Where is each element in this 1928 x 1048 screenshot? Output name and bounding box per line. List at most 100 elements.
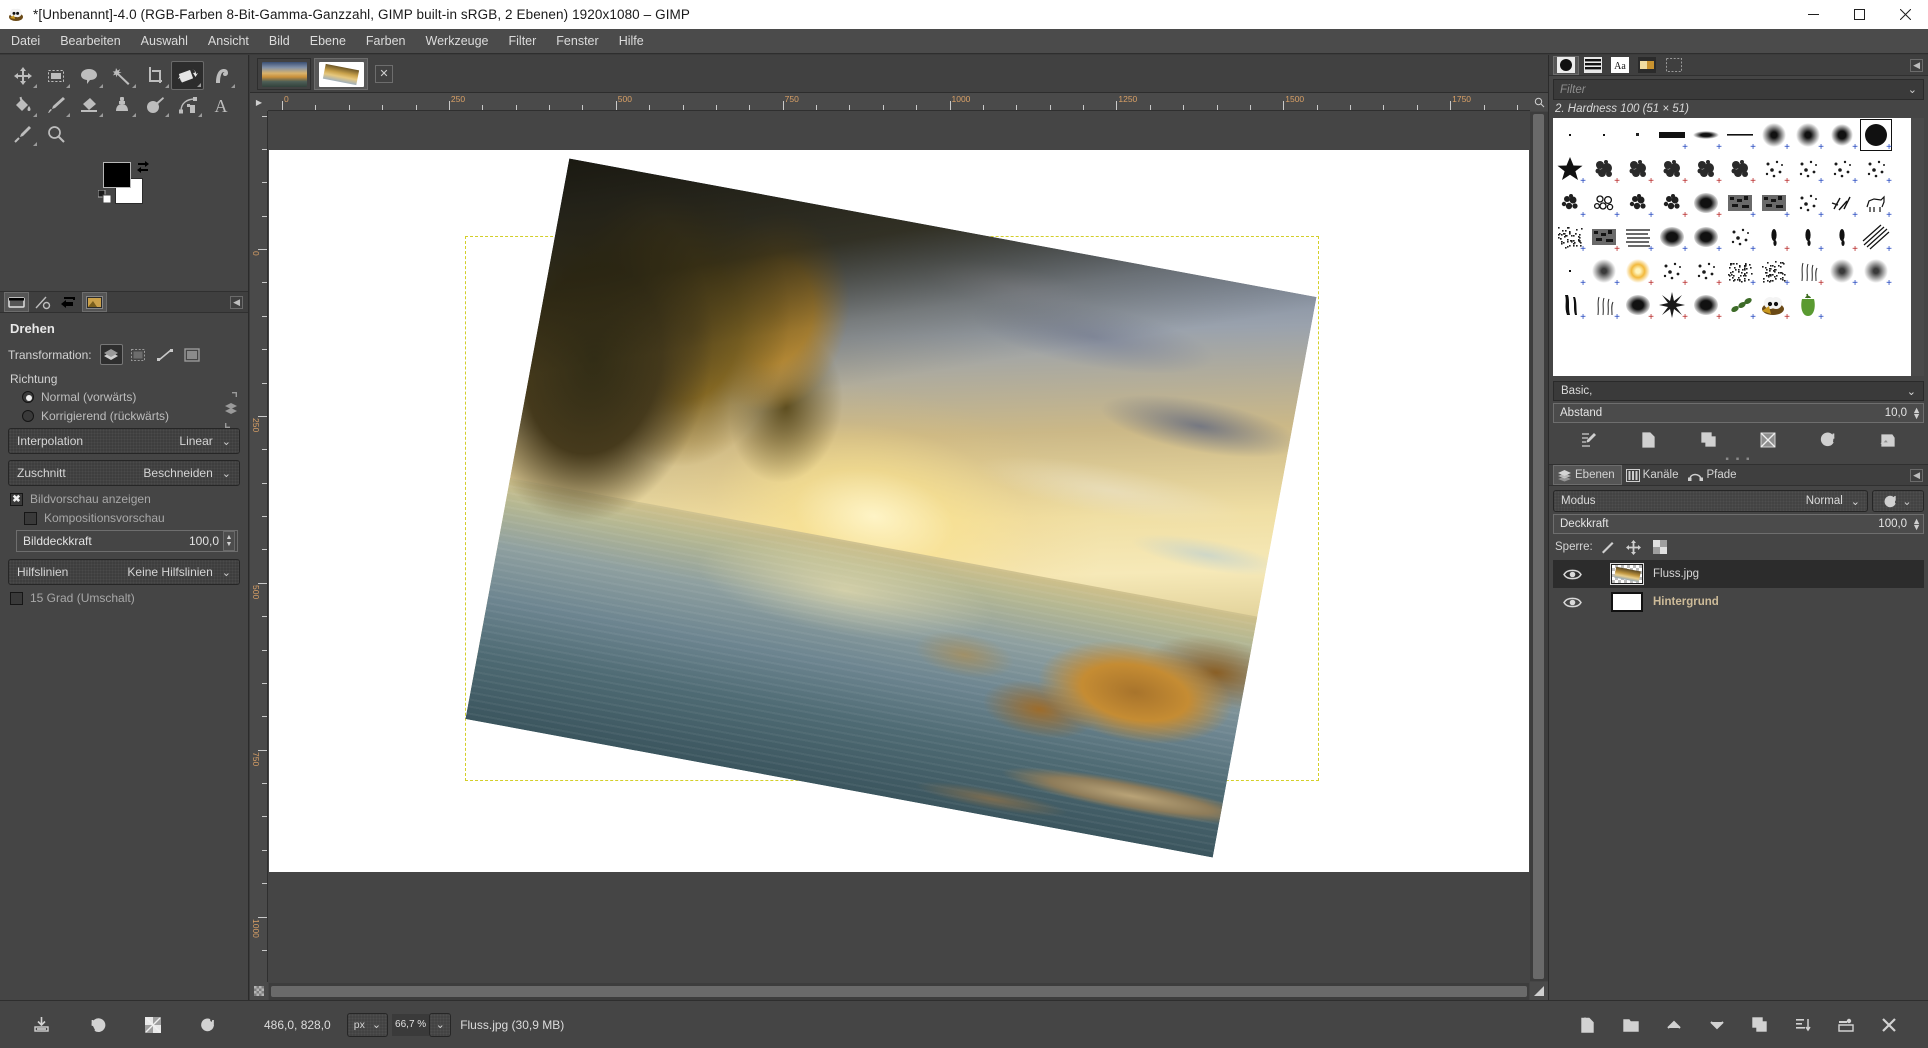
brush-cell[interactable]: + bbox=[1859, 186, 1893, 220]
menu-bild[interactable]: Bild bbox=[260, 31, 299, 51]
lower-layer-button[interactable] bbox=[1704, 1013, 1730, 1037]
minimize-button[interactable] bbox=[1790, 0, 1836, 29]
brush-cell[interactable]: + bbox=[1587, 220, 1621, 254]
brush-cell[interactable]: + bbox=[1587, 152, 1621, 186]
brush-filter-input[interactable]: Filter ⌄ bbox=[1553, 79, 1924, 100]
layer-row-fluss[interactable]: Fluss.jpg bbox=[1553, 560, 1924, 588]
brush-cell[interactable]: + bbox=[1553, 288, 1587, 322]
brush-cell[interactable]: + bbox=[1723, 152, 1757, 186]
paths-tool-icon[interactable] bbox=[171, 90, 204, 119]
brush-cell[interactable] bbox=[1587, 118, 1621, 152]
brush-cell[interactable]: + bbox=[1791, 152, 1825, 186]
dock-menu-arrow-icon[interactable]: ◀ bbox=[230, 296, 243, 309]
paintbrush-tool-icon[interactable] bbox=[39, 90, 72, 119]
brush-cell[interactable]: + bbox=[1621, 288, 1655, 322]
brush-cell[interactable]: + bbox=[1825, 152, 1859, 186]
brush-cell[interactable]: + bbox=[1859, 118, 1893, 152]
palettes-tab[interactable] bbox=[1661, 56, 1687, 75]
layer-mode-combo[interactable]: Modus Normal ⌄ bbox=[1553, 490, 1868, 512]
navigation-icon[interactable] bbox=[1530, 982, 1548, 1000]
image-opacity-spinner[interactable]: Bilddeckkraft 100,0 ▲ ▼ bbox=[16, 530, 238, 552]
undo-history-tab[interactable] bbox=[56, 292, 81, 312]
new-layer-group-button[interactable] bbox=[1618, 1013, 1644, 1037]
foreground-color-swatch[interactable] bbox=[103, 162, 131, 188]
brush-cell[interactable]: + bbox=[1621, 220, 1655, 254]
brush-cell[interactable]: + bbox=[1859, 220, 1893, 254]
brush-cell[interactable]: + bbox=[1791, 220, 1825, 254]
menu-datei[interactable]: Datei bbox=[2, 31, 49, 51]
menu-bearbeiten[interactable]: Bearbeiten bbox=[51, 31, 129, 51]
close-button[interactable] bbox=[1882, 0, 1928, 29]
direction-option-normal[interactable]: Normal (vorwärts) bbox=[22, 390, 240, 404]
smudge-tool-icon[interactable] bbox=[138, 90, 171, 119]
layer-thumbnail[interactable] bbox=[1611, 564, 1643, 584]
reset-colors-icon[interactable] bbox=[98, 190, 112, 204]
reset-tool-options-button[interactable] bbox=[195, 1013, 221, 1037]
menu-fenster[interactable]: Fenster bbox=[547, 31, 607, 51]
brush-cell[interactable]: + bbox=[1859, 254, 1893, 288]
interpolation-combo[interactable]: Interpolation Linear ⌄ bbox=[8, 428, 240, 454]
menu-auswahl[interactable]: Auswahl bbox=[132, 31, 197, 51]
brush-cell[interactable]: + bbox=[1689, 152, 1723, 186]
crop-tool-icon[interactable] bbox=[138, 61, 171, 90]
brush-cell[interactable]: + bbox=[1825, 254, 1859, 288]
device-status-tab[interactable] bbox=[30, 292, 55, 312]
horizontal-scrollbar[interactable] bbox=[269, 983, 1529, 1000]
brush-cell[interactable]: + bbox=[1689, 254, 1723, 288]
canvas[interactable] bbox=[269, 112, 1529, 981]
menu-ansicht[interactable]: Ansicht bbox=[199, 31, 258, 51]
brush-cell[interactable]: + bbox=[1723, 186, 1757, 220]
menu-werkzeuge[interactable]: Werkzeuge bbox=[417, 31, 498, 51]
eye-icon[interactable] bbox=[1559, 596, 1585, 609]
brush-cell[interactable]: + bbox=[1757, 254, 1791, 288]
direction-option-corrective[interactable]: Korrigierend (rückwärts) bbox=[22, 409, 240, 423]
constrain-15deg-checkbox[interactable]: 15 Grad (Umschalt) bbox=[10, 591, 240, 605]
clone-tool-icon[interactable] bbox=[105, 90, 138, 119]
brush-cell[interactable]: + bbox=[1553, 186, 1587, 220]
brush-cell[interactable]: + bbox=[1791, 254, 1825, 288]
anchor-layer-button[interactable] bbox=[1790, 1013, 1816, 1037]
quick-mask-icon[interactable] bbox=[250, 982, 268, 1000]
tab-ebenen[interactable]: Ebenen bbox=[1553, 465, 1622, 485]
transform-selection-button[interactable] bbox=[127, 344, 150, 365]
brush-cell[interactable]: + bbox=[1757, 220, 1791, 254]
brush-cell[interactable] bbox=[1553, 118, 1587, 152]
dock-grip-handle[interactable]: ▪ ▪ ▪ bbox=[1549, 455, 1928, 464]
lock-alpha-button[interactable] bbox=[1649, 538, 1671, 556]
scrollbar-thumb[interactable] bbox=[271, 986, 1527, 997]
eye-icon[interactable] bbox=[1559, 568, 1585, 581]
zoom-tool-icon[interactable] bbox=[39, 119, 72, 148]
restore-tool-options-button[interactable] bbox=[84, 1013, 110, 1037]
maximize-button[interactable] bbox=[1836, 0, 1882, 29]
tab-pfade[interactable]: Pfade bbox=[1685, 465, 1742, 485]
brush-cell[interactable]: + bbox=[1655, 288, 1689, 322]
brush-cell[interactable]: + bbox=[1757, 288, 1791, 322]
brush-cell[interactable]: + bbox=[1689, 118, 1723, 152]
menu-ebene[interactable]: Ebene bbox=[301, 31, 355, 51]
zoom-input[interactable]: 66,7 % bbox=[392, 1014, 429, 1036]
text-tool-icon[interactable]: A bbox=[204, 90, 237, 119]
brush-cell[interactable]: + bbox=[1689, 288, 1723, 322]
edit-brush-button[interactable] bbox=[1576, 428, 1602, 452]
brush-cell[interactable]: + bbox=[1655, 186, 1689, 220]
new-brush-button[interactable] bbox=[1636, 428, 1662, 452]
brush-cell[interactable]: + bbox=[1587, 254, 1621, 288]
transform-image-button[interactable] bbox=[181, 344, 204, 365]
brush-cell[interactable]: + bbox=[1825, 186, 1859, 220]
brush-cell[interactable]: + bbox=[1553, 254, 1587, 288]
brush-cell[interactable]: + bbox=[1825, 220, 1859, 254]
image-tab-original[interactable] bbox=[257, 58, 311, 90]
brush-cell[interactable]: + bbox=[1655, 118, 1689, 152]
brushes-dock-menu-icon[interactable]: ◀ bbox=[1910, 59, 1923, 72]
image-tab-rotated[interactable] bbox=[314, 58, 368, 90]
composited-preview-checkbox[interactable]: Kompositionsvorschau bbox=[24, 511, 240, 525]
vertical-scrollbar[interactable] bbox=[1530, 112, 1548, 981]
canvas-menu-button[interactable]: ▶ bbox=[250, 93, 268, 111]
move-tool-icon[interactable] bbox=[6, 61, 39, 90]
brush-cell[interactable]: + bbox=[1859, 152, 1893, 186]
brush-cell[interactable]: + bbox=[1655, 152, 1689, 186]
brush-cell[interactable] bbox=[1621, 118, 1655, 152]
brush-cell[interactable]: + bbox=[1757, 118, 1791, 152]
layers-dock-menu-icon[interactable]: ◀ bbox=[1910, 469, 1923, 482]
refresh-brushes-button[interactable] bbox=[1815, 428, 1841, 452]
